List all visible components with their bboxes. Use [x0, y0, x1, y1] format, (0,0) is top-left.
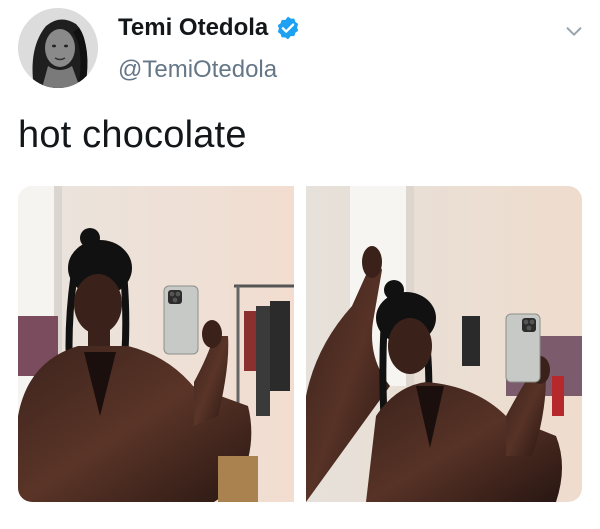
photo-1[interactable]: [18, 186, 294, 502]
profile-avatar[interactable]: [18, 8, 98, 88]
avatar-image: [18, 8, 98, 88]
chevron-down-icon[interactable]: [563, 20, 585, 42]
display-name[interactable]: Temi Otedola: [118, 14, 268, 42]
mirror-selfie-photo: [18, 186, 294, 502]
user-handle[interactable]: @TemiOtedola: [118, 56, 277, 84]
tweet-text: hot chocolate: [18, 114, 247, 156]
display-name-row[interactable]: Temi Otedola: [118, 14, 301, 42]
photo-2[interactable]: [306, 186, 582, 502]
verified-badge-icon: [278, 16, 299, 40]
mirror-selfie-photo: [306, 186, 582, 502]
